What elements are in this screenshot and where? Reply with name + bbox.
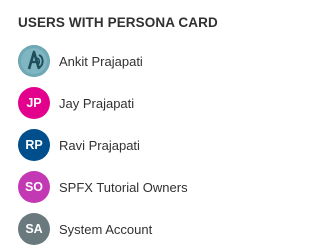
persona-card-spfx-tutorial-owners[interactable]: SO SPFX Tutorial Owners	[18, 166, 315, 208]
avatar-initials: JP	[18, 87, 50, 119]
avatar-initials-text: RP	[25, 138, 43, 152]
persona-card-ravi-prajapati[interactable]: RP Ravi Prajapati	[18, 124, 315, 166]
persona-list: Ankit Prajapati JP Jay Prajapati RP Ravi…	[18, 40, 315, 250]
avatar-initials-text: JP	[26, 96, 42, 110]
persona-card-ankit-prajapati[interactable]: Ankit Prajapati	[18, 40, 315, 82]
persona-name: SPFX Tutorial Owners	[59, 179, 188, 195]
avatar-initials: SO	[18, 171, 50, 203]
persona-name: Jay Prajapati	[59, 95, 135, 111]
section-title: USERS WITH PERSONA CARD	[18, 15, 218, 30]
avatar-initials: SA	[18, 213, 50, 245]
persona-name: System Account	[59, 221, 153, 237]
profile-photo-icon	[18, 45, 50, 77]
avatar-initials-text: SA	[25, 222, 43, 236]
persona-card-jay-prajapati[interactable]: JP Jay Prajapati	[18, 82, 315, 124]
persona-panel: USERS WITH PERSONA CARD Ankit Prajapati …	[18, 12, 315, 250]
avatar-initials: RP	[18, 129, 50, 161]
persona-card-system-account[interactable]: SA System Account	[18, 208, 315, 250]
persona-name: Ankit Prajapati	[59, 53, 143, 69]
persona-name: Ravi Prajapati	[59, 137, 140, 153]
avatar-photo-icon	[18, 45, 50, 77]
avatar-initials-text: SO	[24, 180, 44, 194]
